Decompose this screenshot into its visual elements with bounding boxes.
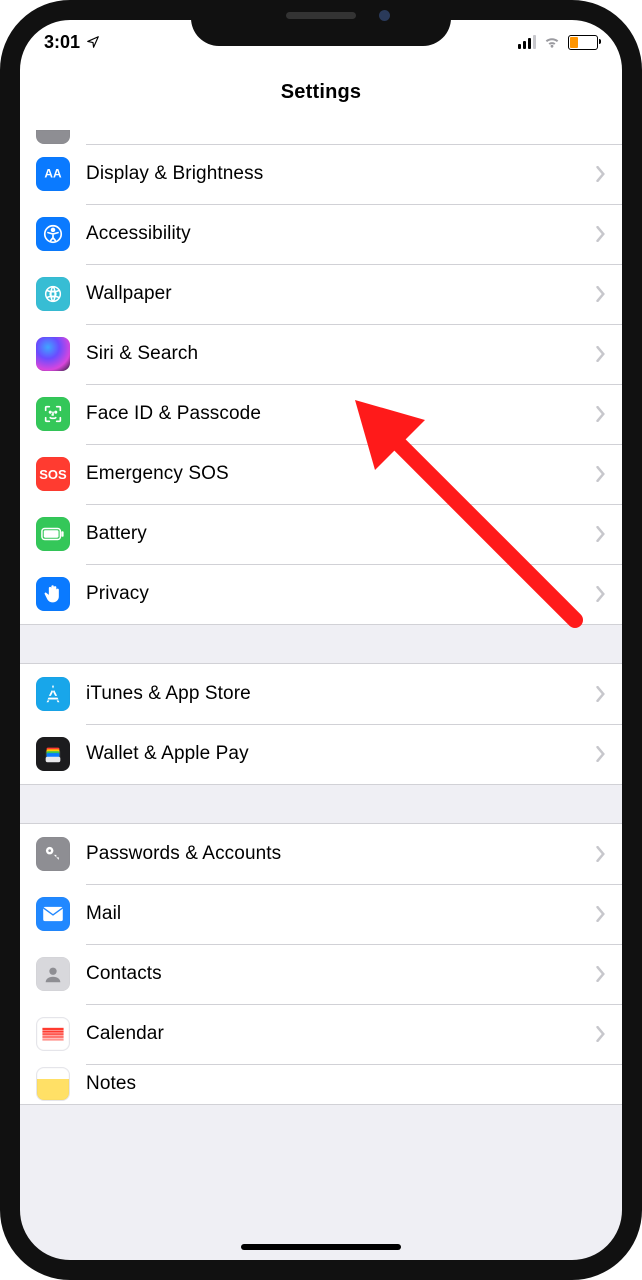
settings-row-passwords-accounts[interactable]: Passwords & Accounts [20, 824, 622, 884]
phone-speaker [286, 12, 356, 19]
settings-row-display-brightness[interactable]: AA Display & Brightness [20, 144, 622, 204]
location-icon [86, 35, 100, 49]
chevron-right-icon [596, 406, 606, 422]
row-label: Calendar [86, 1023, 164, 1045]
row-label: Wallpaper [86, 283, 172, 305]
chevron-right-icon [596, 346, 606, 362]
settings-row-accessibility[interactable]: Accessibility [20, 204, 622, 264]
row-label: Contacts [86, 963, 162, 985]
home-indicator[interactable] [241, 1244, 401, 1250]
chevron-right-icon [596, 906, 606, 922]
row-label: iTunes & App Store [86, 683, 251, 705]
settings-row-contacts[interactable]: Contacts [20, 944, 622, 1004]
row-label: Privacy [86, 583, 149, 605]
row-label: Mail [86, 903, 121, 925]
chevron-right-icon [596, 226, 606, 242]
settings-row-partial[interactable] [20, 120, 622, 144]
chevron-right-icon [596, 466, 606, 482]
settings-row-wallet-apple-pay[interactable]: Wallet & Apple Pay [20, 724, 622, 784]
settings-row-wallpaper[interactable]: Wallpaper [20, 264, 622, 324]
settings-group: iTunes & App Store Wallet & Apple Pay [20, 663, 622, 785]
wallet-icon [36, 737, 70, 771]
notes-icon [36, 1067, 70, 1101]
svg-text:AA: AA [44, 167, 62, 181]
status-bar: 3:01 [20, 20, 622, 64]
row-label: Passwords & Accounts [86, 843, 281, 865]
chevron-right-icon [596, 966, 606, 982]
settings-row-mail[interactable]: Mail [20, 884, 622, 944]
calendar-icon [36, 1017, 70, 1051]
contacts-icon [36, 957, 70, 991]
chevron-right-icon [596, 1026, 606, 1042]
row-label: Battery [86, 523, 147, 545]
row-label: Display & Brightness [86, 163, 263, 185]
row-label: Accessibility [86, 223, 191, 245]
wallpaper-icon [36, 277, 70, 311]
chevron-right-icon [596, 526, 606, 542]
settings-row-face-id-passcode[interactable]: Face ID & Passcode [20, 384, 622, 444]
display-brightness-icon: AA [36, 157, 70, 191]
settings-row-privacy[interactable]: Privacy [20, 564, 622, 624]
status-time: 3:01 [44, 32, 80, 53]
settings-group: Passwords & Accounts Mail Contacts [20, 823, 622, 1105]
chevron-right-icon [596, 846, 606, 862]
phone-camera [379, 10, 390, 21]
row-label: Emergency SOS [86, 463, 229, 485]
chevron-right-icon [596, 166, 606, 182]
battery-icon [568, 35, 598, 50]
page-title: Settings [281, 81, 362, 104]
chevron-right-icon [596, 746, 606, 762]
battery-icon [36, 517, 70, 551]
group-separator [20, 625, 622, 663]
row-label: Wallet & Apple Pay [86, 743, 249, 765]
partial-icon [36, 130, 70, 144]
settings-row-emergency-sos[interactable]: SOS Emergency SOS [20, 444, 622, 504]
app-store-icon [36, 677, 70, 711]
row-label: Notes [86, 1073, 136, 1095]
chevron-right-icon [596, 586, 606, 602]
cellular-signal-icon [518, 35, 536, 49]
chevron-right-icon [596, 686, 606, 702]
settings-list[interactable]: AA Display & Brightness Accessibility Wa… [20, 120, 622, 1260]
row-label: Face ID & Passcode [86, 403, 261, 425]
wifi-icon [543, 35, 561, 49]
accessibility-icon [36, 217, 70, 251]
nav-bar: Settings [20, 64, 622, 121]
settings-row-battery[interactable]: Battery [20, 504, 622, 564]
settings-group: AA Display & Brightness Accessibility Wa… [20, 120, 622, 625]
phone-screen: 3:01 Settings AA Display & Brightness [20, 20, 622, 1260]
key-icon [36, 837, 70, 871]
settings-row-itunes-app-store[interactable]: iTunes & App Store [20, 664, 622, 724]
mail-icon [36, 897, 70, 931]
settings-row-calendar[interactable]: Calendar [20, 1004, 622, 1064]
settings-row-notes[interactable]: Notes [20, 1064, 622, 1104]
siri-icon [36, 337, 70, 371]
sos-icon: SOS [36, 457, 70, 491]
settings-row-siri-search[interactable]: Siri & Search [20, 324, 622, 384]
face-id-icon [36, 397, 70, 431]
row-label: Siri & Search [86, 343, 198, 365]
group-separator [20, 785, 622, 823]
chevron-right-icon [596, 286, 606, 302]
privacy-hand-icon [36, 577, 70, 611]
